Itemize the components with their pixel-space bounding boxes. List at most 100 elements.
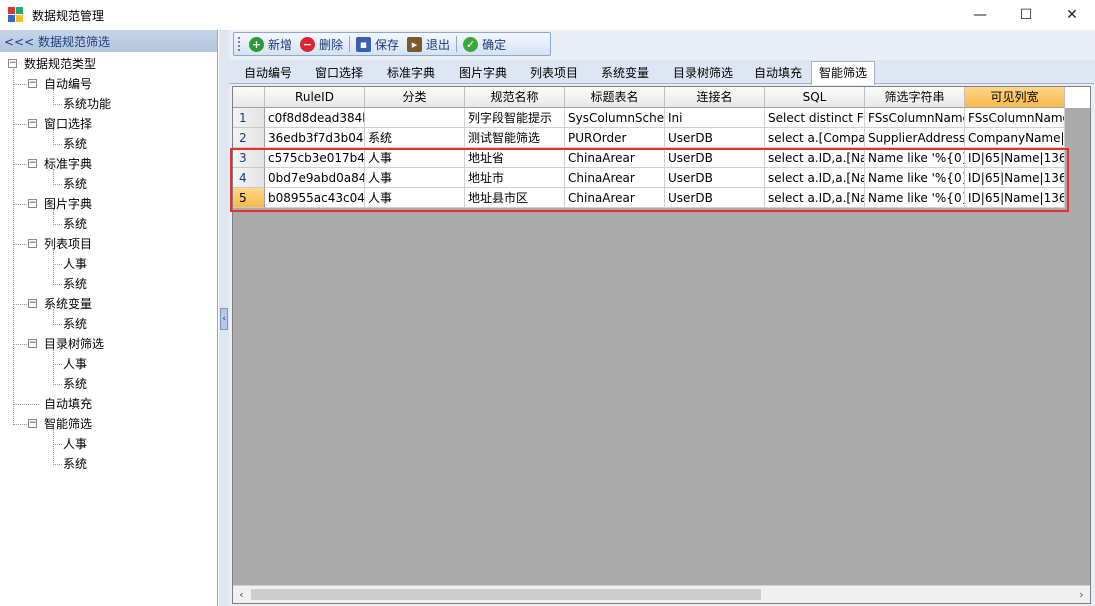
table-cell[interactable]: SupplierAddress — [865, 128, 965, 148]
table-cell[interactable]: Ini — [665, 108, 765, 128]
tree-leaf[interactable]: 人事 — [63, 434, 87, 454]
table-cell[interactable]: b08955ac43c043 — [265, 188, 365, 208]
tree-leaf[interactable]: 系统 — [63, 274, 87, 294]
table-cell[interactable]: select a.ID,a.[Na — [765, 148, 865, 168]
table-cell[interactable]: SysColumnScher — [565, 108, 665, 128]
column-header[interactable]: 规范名称 — [465, 87, 565, 108]
grid-corner[interactable] — [233, 87, 265, 108]
tree-group-5[interactable]: 系统变量 — [44, 294, 92, 314]
table-cell[interactable]: 人事 — [365, 188, 465, 208]
table-cell[interactable]: 测试智能筛选 — [465, 128, 565, 148]
table-row[interactable]: 3 c575cb3e017b4l 人事 地址省 ChinaArear UserDB sele… — [233, 148, 1065, 168]
table-cell[interactable]: CompanyName| — [965, 128, 1065, 148]
table-cell[interactable]: 地址县市区 — [465, 188, 565, 208]
column-header[interactable]: 筛选字符串 — [865, 87, 965, 108]
table-cell[interactable]: 36edb3f7d3b04l — [265, 128, 365, 148]
row-number[interactable]: 5 — [233, 188, 265, 208]
row-number[interactable]: 3 — [233, 148, 265, 168]
scroll-left-icon[interactable]: ‹ — [233, 586, 250, 603]
ok-button[interactable]: ✓ 确定 — [459, 33, 510, 55]
table-row[interactable]: 5 b08955ac43c043 人事 地址县市区 ChinaArear UserDB se… — [233, 188, 1065, 208]
table-cell[interactable] — [365, 108, 465, 128]
tab-8[interactable]: 智能筛选 — [811, 61, 875, 85]
splitter[interactable]: ‹ — [219, 30, 229, 606]
panel-header[interactable]: <<< 数据规范筛选 — [0, 30, 217, 52]
table-cell[interactable]: ChinaArear — [565, 188, 665, 208]
tree-group-4[interactable]: 列表项目 — [44, 234, 92, 254]
table-row[interactable]: 1 c0f8d8dead384k 列字段智能提示 SysColumnScher Ini S… — [233, 108, 1065, 128]
collapse-toggle-icon[interactable]: − — [28, 299, 37, 308]
scroll-right-icon[interactable]: › — [1073, 586, 1090, 603]
table-cell[interactable]: ID|65|Name|136 — [965, 188, 1065, 208]
row-number[interactable]: 4 — [233, 168, 265, 188]
column-header[interactable]: 标题表名 — [565, 87, 665, 108]
tree-root[interactable]: 数据规范类型 — [24, 54, 96, 74]
tree-leaf[interactable]: 系统 — [63, 174, 87, 194]
save-button[interactable]: ▪ 保存 — [352, 33, 403, 55]
table-cell[interactable]: 系统 — [365, 128, 465, 148]
row-number[interactable]: 1 — [233, 108, 265, 128]
minimize-button[interactable]: — — [957, 0, 1003, 30]
tree-group-7[interactable]: 自动填充 — [44, 394, 92, 414]
collapse-toggle-icon[interactable]: − — [28, 79, 37, 88]
add-button[interactable]: + 新增 — [245, 33, 296, 55]
table-cell[interactable]: 0bd7e9abd0a84 — [265, 168, 365, 188]
column-header[interactable]: RuleID — [265, 87, 365, 108]
tab-4[interactable]: 列表项目 — [519, 62, 589, 84]
tree-leaf[interactable]: 系统功能 — [63, 94, 111, 114]
tree-leaf[interactable]: 系统 — [63, 454, 87, 474]
collapse-toggle-icon[interactable]: − — [28, 199, 37, 208]
tree-group-1[interactable]: 窗口选择 — [44, 114, 92, 134]
collapse-toggle-icon[interactable]: − — [28, 239, 37, 248]
row-number[interactable]: 2 — [233, 128, 265, 148]
collapse-toggle-icon[interactable]: − — [28, 119, 37, 128]
maximize-button[interactable]: ☐ — [1003, 0, 1049, 30]
tab-3[interactable]: 图片字典 — [447, 62, 519, 84]
table-cell[interactable]: ID|65|Name|136 — [965, 148, 1065, 168]
delete-button[interactable]: − 删除 — [296, 33, 347, 55]
tab-1[interactable]: 窗口选择 — [303, 62, 375, 84]
table-cell[interactable]: Name like '%{0}' — [865, 168, 965, 188]
toolbar-grip[interactable] — [238, 37, 241, 51]
tree-group-2[interactable]: 标准字典 — [44, 154, 92, 174]
table-cell[interactable]: 地址省 — [465, 148, 565, 168]
table-cell[interactable]: PUROrder — [565, 128, 665, 148]
tree-group-8[interactable]: 智能筛选 — [44, 414, 92, 434]
tab-2[interactable]: 标准字典 — [375, 62, 447, 84]
table-cell[interactable]: Name like '%{0}' — [865, 188, 965, 208]
tree-leaf[interactable]: 人事 — [63, 354, 87, 374]
column-header[interactable]: 分类 — [365, 87, 465, 108]
table-cell[interactable]: ID|65|Name|136 — [965, 168, 1065, 188]
tree-leaf[interactable]: 系统 — [63, 214, 87, 234]
collapse-toggle-icon[interactable]: − — [28, 339, 37, 348]
table-cell[interactable]: Select distinct FS — [765, 108, 865, 128]
table-cell[interactable]: 列字段智能提示 — [465, 108, 565, 128]
tree-leaf[interactable]: 系统 — [63, 374, 87, 394]
table-cell[interactable]: UserDB — [665, 128, 765, 148]
tree-leaf[interactable]: 系统 — [63, 134, 87, 154]
tab-6[interactable]: 目录树筛选 — [661, 62, 745, 84]
column-header[interactable]: 可见列宽 — [965, 87, 1065, 108]
horizontal-scrollbar[interactable]: ‹ › — [233, 585, 1090, 603]
column-header[interactable]: 连接名 — [665, 87, 765, 108]
close-button[interactable]: ✕ — [1049, 0, 1095, 30]
tree-group-3[interactable]: 图片字典 — [44, 194, 92, 214]
table-row[interactable]: 4 0bd7e9abd0a84 人事 地址市 ChinaArear UserDB selec… — [233, 168, 1065, 188]
table-cell[interactable]: UserDB — [665, 188, 765, 208]
tree-leaf[interactable]: 系统 — [63, 314, 87, 334]
table-cell[interactable]: UserDB — [665, 148, 765, 168]
table-cell[interactable]: c0f8d8dead384k — [265, 108, 365, 128]
table-cell[interactable]: select a.ID,a.[Na — [765, 168, 865, 188]
table-cell[interactable]: UserDB — [665, 168, 765, 188]
tree-group-0[interactable]: 自动编号 — [44, 74, 92, 94]
table-row[interactable]: 2 36edb3f7d3b04l 系统 测试智能筛选 PUROrder UserDB sel… — [233, 128, 1065, 148]
tab-7[interactable]: 自动填充 — [745, 62, 811, 84]
collapse-toggle-icon[interactable]: − — [8, 59, 17, 68]
tree-leaf[interactable]: 人事 — [63, 254, 87, 274]
collapse-arrow-icon[interactable]: ‹ — [220, 308, 228, 330]
table-cell[interactable]: 人事 — [365, 148, 465, 168]
collapse-toggle-icon[interactable]: − — [28, 419, 37, 428]
table-cell[interactable]: select a.ID,a.[Na — [765, 188, 865, 208]
table-cell[interactable]: FSsColumnName — [865, 108, 965, 128]
exit-button[interactable]: ▸ 退出 — [403, 33, 454, 55]
